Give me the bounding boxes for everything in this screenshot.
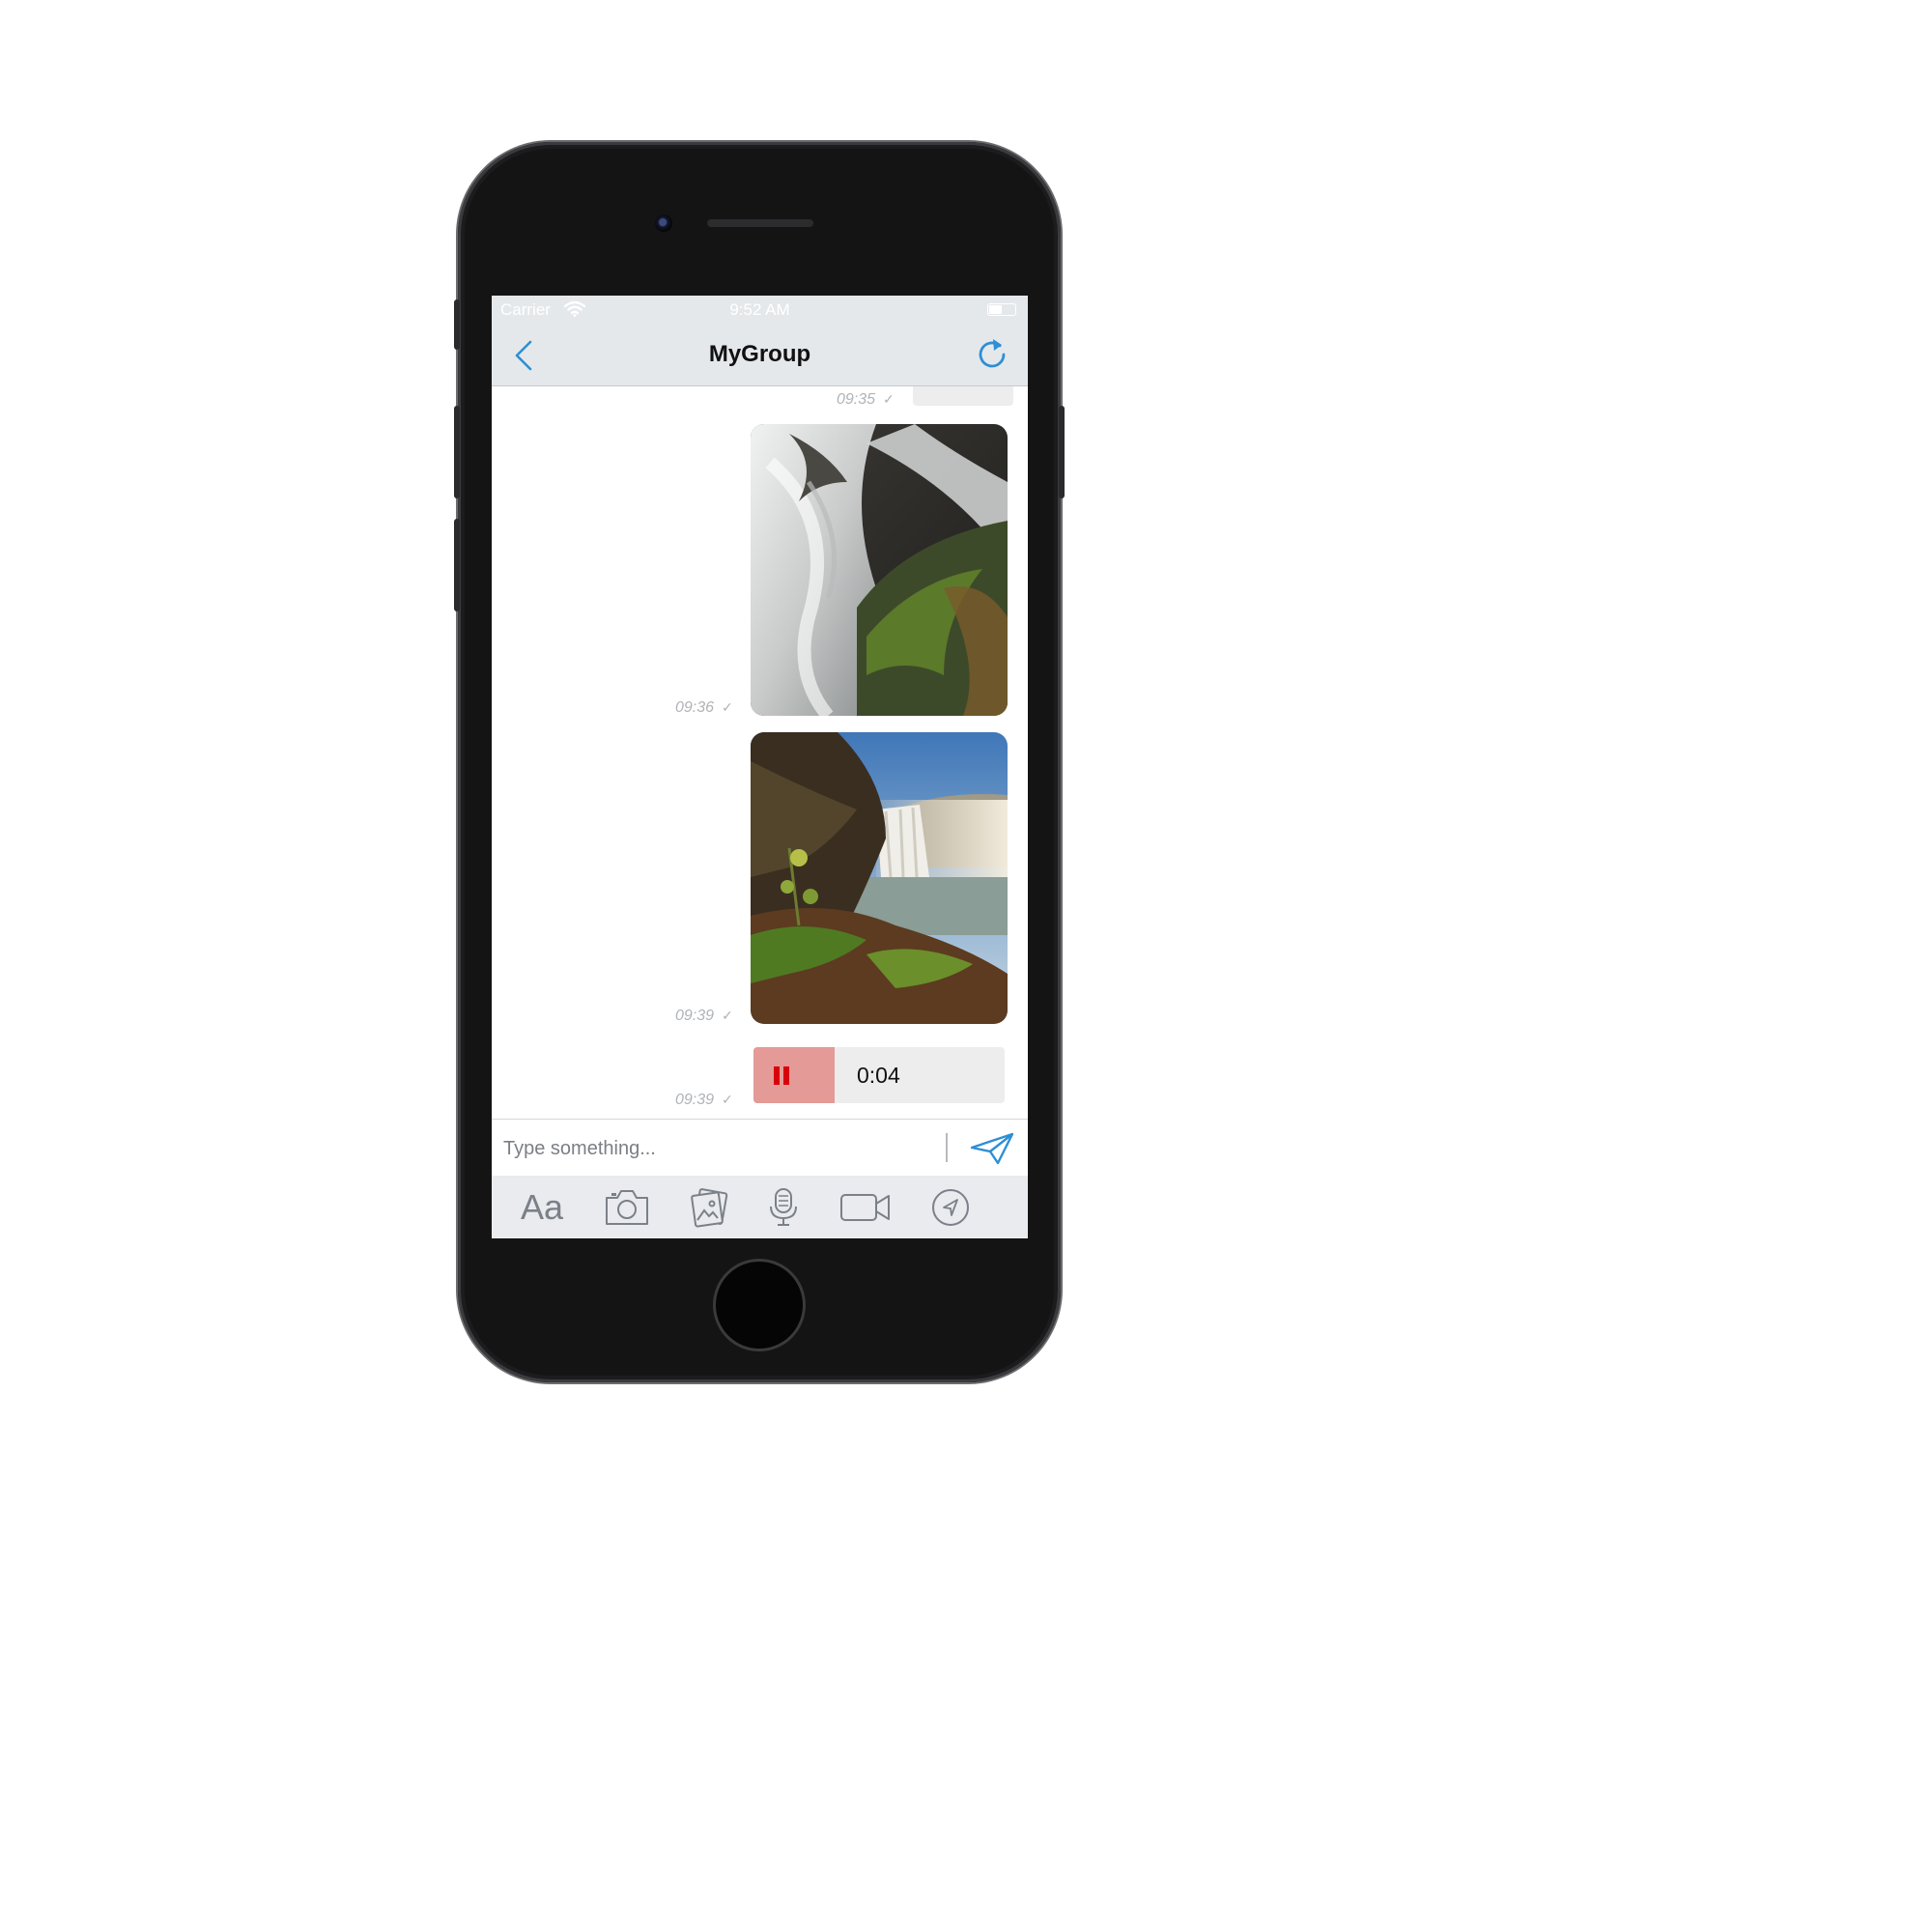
waterfall-photo — [751, 424, 1008, 716]
message-timestamp: 09:39 ✓ — [675, 1092, 733, 1108]
image-message[interactable] — [751, 424, 1008, 716]
mute-switch — [454, 299, 460, 350]
message-input[interactable] — [501, 1131, 930, 1166]
message-timestamp: 09:39 ✓ — [675, 1008, 733, 1024]
page-title: MyGroup — [708, 341, 811, 367]
message-timestamp: 09:35 ✓ — [837, 391, 895, 408]
volume-up-button — [454, 406, 460, 498]
status-bar: Carrier 9:52 AM — [492, 296, 1028, 325]
front-camera — [655, 214, 672, 232]
battery-icon — [987, 303, 1016, 316]
image-message[interactable] — [751, 732, 1008, 1024]
gallery-icon[interactable] — [689, 1185, 731, 1230]
message-list[interactable]: 09:35 ✓ 09:36 ✓ 09:39 ✓ 09:39 ✓ 0:04 — [492, 386, 1028, 1119]
pause-button[interactable] — [753, 1047, 835, 1103]
clock: 9:52 AM — [729, 300, 790, 319]
screen: Carrier 9:52 AM MyGroup 09:35 ✓ 09:36 ✓ … — [492, 296, 1028, 1238]
audio-duration: 0:04 — [857, 1063, 900, 1088]
divider — [946, 1133, 948, 1162]
camera-icon[interactable] — [604, 1185, 650, 1230]
volume-down-button — [454, 519, 460, 611]
pause-icon — [774, 1066, 780, 1085]
microphone-icon[interactable] — [766, 1185, 801, 1230]
message-composer — [492, 1119, 1028, 1176]
paper-plane-icon[interactable] — [969, 1131, 1015, 1166]
waterfall-landscape-photo — [751, 732, 1008, 1024]
home-button[interactable] — [713, 1259, 806, 1351]
earpiece-speaker — [707, 219, 813, 227]
message-bubble[interactable] — [913, 386, 1013, 406]
location-icon[interactable] — [930, 1185, 971, 1230]
power-button — [1059, 406, 1065, 498]
text-format-icon[interactable]: Aa — [515, 1185, 569, 1230]
message-timestamp: 09:36 ✓ — [675, 699, 733, 716]
attachment-toolbar: Aa — [492, 1176, 1028, 1238]
navigation-bar: MyGroup — [492, 325, 1028, 386]
audio-message[interactable]: 0:04 — [753, 1047, 1005, 1103]
video-camera-icon[interactable] — [839, 1185, 892, 1230]
refresh-icon[interactable] — [974, 336, 1010, 373]
